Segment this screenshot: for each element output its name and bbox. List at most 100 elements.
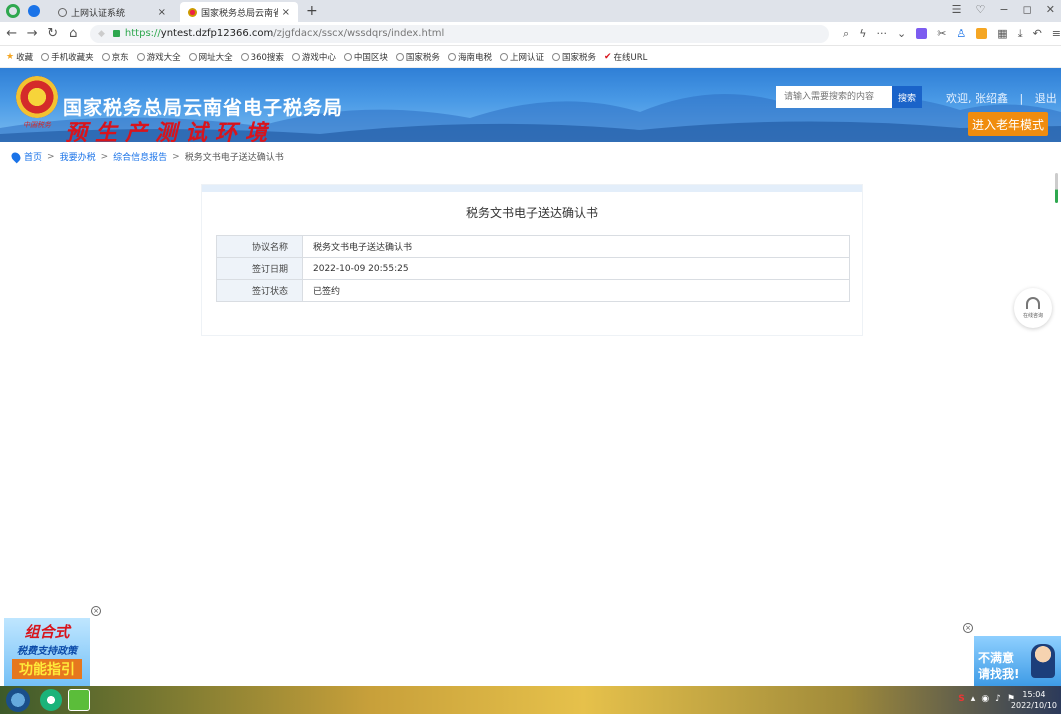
bookmark-item[interactable]: 360搜索 bbox=[240, 51, 284, 63]
extension-icon[interactable] bbox=[916, 28, 928, 39]
star-icon: ★ bbox=[6, 51, 15, 62]
input-method-icon[interactable]: S bbox=[958, 694, 964, 704]
refresh-button[interactable]: ↻ bbox=[44, 26, 62, 41]
close-tab-icon[interactable]: × bbox=[282, 7, 290, 18]
breadcrumb-separator: > bbox=[47, 151, 55, 162]
bookmark-item[interactable]: ★ 收藏 bbox=[6, 51, 33, 63]
ad-line-2: 税费支持政策 bbox=[17, 646, 77, 657]
breadcrumb-current: 税务文书电子送达确认书 bbox=[184, 153, 284, 163]
globe-icon bbox=[499, 52, 508, 61]
bookmark-item[interactable]: 国家税务 bbox=[395, 51, 440, 63]
more-icon[interactable]: ··· bbox=[876, 27, 887, 40]
network-icon[interactable]: ◉ bbox=[981, 694, 989, 704]
search-button[interactable]: 搜索 bbox=[892, 86, 922, 108]
emblem-caption: 中国税务 bbox=[23, 121, 51, 129]
emblem-icon bbox=[188, 7, 197, 17]
environment-subtitle: 预生产测试环境 bbox=[65, 120, 276, 142]
close-tab-icon[interactable]: × bbox=[158, 7, 166, 18]
undo-icon[interactable]: ↶ bbox=[1033, 27, 1042, 40]
feedback-line-1: 不满意 bbox=[978, 651, 1015, 665]
breadcrumb-tax-service[interactable]: 我要办税 bbox=[60, 150, 96, 163]
lock-icon bbox=[112, 30, 120, 37]
elder-mode-button[interactable]: 进入老年模式 bbox=[968, 112, 1048, 136]
policy-guide-ad[interactable]: 组合式 税费支持政策 功能指引 bbox=[4, 618, 90, 686]
browser-tab-bar: 上网认证系统 × 国家税务总局云南省电子税务局 × + ☰ ♡ − ◻ ✕ bbox=[0, 0, 1061, 22]
start-button[interactable] bbox=[6, 688, 30, 712]
bookmark-item[interactable]: 手机收藏夹 bbox=[41, 51, 94, 63]
agreement-name-label: 协议名称 bbox=[216, 235, 303, 258]
lightning-icon[interactable]: ϟ bbox=[859, 27, 866, 40]
tray-arrow-icon[interactable]: ▴ bbox=[971, 694, 976, 704]
back-button[interactable]: ← bbox=[3, 26, 21, 41]
zoom-icon[interactable]: ⌕ bbox=[843, 27, 849, 41]
bookmark-item[interactable]: 游戏大全 bbox=[136, 51, 181, 63]
user-icon[interactable]: ♙ bbox=[956, 27, 966, 40]
globe-icon bbox=[101, 52, 110, 61]
game-icon bbox=[291, 52, 300, 61]
tab-tax-bureau[interactable]: 国家税务总局云南省电子税务局 × bbox=[180, 2, 298, 22]
sign-status-label: 签订状态 bbox=[216, 279, 303, 302]
home-button[interactable]: ⌂ bbox=[65, 26, 83, 41]
sign-date-value: 2022-10-09 20:55:25 bbox=[302, 257, 850, 280]
url-input[interactable]: ◆ https://yntest.dzfp12366.com/zjgfdacx/… bbox=[90, 24, 830, 43]
bookmark-item[interactable]: 海南电税 bbox=[447, 51, 492, 63]
bookmark-item[interactable]: 游戏中心 bbox=[291, 51, 336, 63]
close-ad-right-icon[interactable]: × bbox=[963, 623, 973, 633]
breadcrumb-home[interactable]: 首页 bbox=[24, 150, 42, 163]
maximize-button[interactable]: ◻ bbox=[1023, 3, 1032, 16]
system-clock[interactable]: 15:04 2022/10/10 bbox=[1011, 689, 1057, 711]
site-search-input[interactable] bbox=[776, 86, 892, 108]
bookmark-item[interactable]: 中国区块 bbox=[343, 51, 388, 63]
table-row: 签订日期 2022-10-09 20:55:25 bbox=[216, 257, 850, 280]
globe-icon bbox=[343, 52, 352, 61]
bookmarks-bar: ★ 收藏 手机收藏夹 京东 游戏大全 网址大全 360搜索 游戏中心 中国区块 国… bbox=[0, 46, 1061, 68]
hamburger-menu-icon[interactable]: ≡ bbox=[1052, 27, 1061, 40]
sidebar-toggle-icon[interactable] bbox=[28, 5, 40, 17]
bookmark-item[interactable]: ✔ 在线URL bbox=[604, 51, 647, 63]
shield-ext-icon[interactable] bbox=[976, 28, 988, 39]
new-tab-button[interactable]: + bbox=[306, 3, 318, 19]
globe-icon bbox=[136, 52, 145, 61]
check-icon: ✔ bbox=[603, 51, 612, 62]
taskbar-app-ie-icon[interactable] bbox=[68, 689, 90, 711]
headset-icon bbox=[1026, 297, 1040, 309]
breadcrumb: 首页 > 我要办税 > 综合信息报告 > 税务文书电子送达确认书 bbox=[9, 150, 284, 163]
breadcrumb-separator: > bbox=[172, 151, 180, 162]
forward-button[interactable]: → bbox=[24, 26, 42, 41]
volume-icon[interactable]: ♪ bbox=[995, 694, 1001, 704]
menu-icon[interactable]: ☰ bbox=[952, 3, 962, 16]
apps-grid-icon[interactable]: ▦ bbox=[997, 27, 1007, 40]
breadcrumb-info-report[interactable]: 综合信息报告 bbox=[113, 150, 167, 163]
download-icon[interactable]: ⤓ bbox=[1018, 27, 1023, 41]
address-bar-row: ← → ↻ ⌂ ◆ https://yntest.dzfp12366.com/z… bbox=[0, 22, 1061, 46]
tab-auth-system[interactable]: 上网认证系统 × bbox=[50, 2, 174, 22]
bookmark-item[interactable]: 上网认证 bbox=[499, 51, 544, 63]
minimize-button[interactable]: − bbox=[999, 3, 1008, 16]
user-name-link[interactable]: 张绍鑫 bbox=[975, 92, 1008, 105]
window-controls: ☰ ♡ − ◻ ✕ bbox=[952, 3, 1055, 16]
globe-icon bbox=[58, 7, 67, 17]
emblem-icon bbox=[447, 52, 456, 61]
system-tray: S ▴ ◉ ♪ ⚑ bbox=[958, 694, 1015, 704]
bookmark-item[interactable]: 国家税务 bbox=[551, 51, 596, 63]
taskbar-app-browser-icon[interactable] bbox=[40, 689, 62, 711]
close-ad-left-icon[interactable]: × bbox=[91, 606, 101, 616]
toolbar-extensions: ⌕ ϟ ··· ⌄ ✂ ♙ ▦ ⤓ ↶ ≡ bbox=[843, 27, 1061, 41]
browser-logo-icon[interactable] bbox=[6, 4, 20, 18]
online-consult-button[interactable]: 在线咨询 bbox=[1014, 288, 1052, 328]
feedback-ad[interactable]: 不满意 请找我! bbox=[974, 636, 1061, 686]
scissors-icon[interactable]: ✂ bbox=[937, 27, 946, 40]
skin-icon[interactable]: ♡ bbox=[976, 3, 986, 16]
ad-line-3: 功能指引 bbox=[12, 659, 82, 679]
logout-link[interactable]: 退出 bbox=[1035, 92, 1057, 105]
table-row: 协议名称 税务文书电子送达确认书 bbox=[216, 235, 850, 258]
chevron-down-icon[interactable]: ⌄ bbox=[897, 27, 906, 40]
bookmark-item[interactable]: 网址大全 bbox=[188, 51, 233, 63]
bookmark-item[interactable]: 京东 bbox=[101, 51, 129, 63]
os-taskbar: S ▴ ◉ ♪ ⚑ 15:04 2022/10/10 bbox=[0, 686, 1061, 714]
phone-icon bbox=[41, 52, 50, 61]
scrollbar[interactable] bbox=[1055, 173, 1058, 203]
emblem-icon bbox=[395, 52, 404, 61]
close-window-button[interactable]: ✕ bbox=[1046, 3, 1055, 16]
search-icon bbox=[240, 52, 249, 61]
